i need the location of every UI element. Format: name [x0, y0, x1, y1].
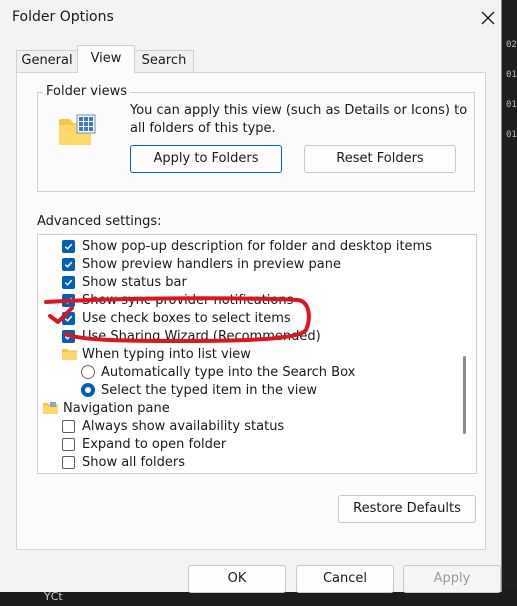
tab-search[interactable]: Search — [134, 50, 194, 72]
list-item[interactable]: Show sync provider notifications — [62, 291, 293, 309]
item-label: Show all folders — [82, 454, 186, 470]
item-label: Expand to open folder — [82, 436, 227, 452]
list-item-use-check-boxes[interactable]: Use check boxes to select items — [62, 309, 291, 327]
window-title: Folder Options — [12, 9, 114, 25]
list-item[interactable]: Automatically type into the Search Box — [81, 363, 355, 381]
list-item[interactable]: Always show availability status — [62, 417, 284, 435]
tab-view[interactable]: View — [77, 45, 135, 73]
background-text: 01: — [506, 130, 517, 140]
background-text: 01: — [506, 70, 517, 80]
checkbox-checked-icon[interactable] — [62, 275, 75, 289]
checkbox-unchecked-icon[interactable] — [62, 437, 75, 451]
background-text: 01: — [506, 100, 517, 110]
item-label: Show pop-up description for folder and d… — [82, 238, 432, 254]
list-item[interactable]: Show pop-up description for folder and d… — [62, 237, 432, 255]
checkbox-checked-icon[interactable] — [62, 293, 75, 307]
cancel-button[interactable]: Cancel — [296, 565, 394, 593]
tab-general[interactable]: General — [16, 50, 78, 72]
apply-to-folders-button[interactable]: Apply to Folders — [130, 145, 282, 173]
background-app-strip: 02: 01: 01: 01: — [502, 0, 517, 606]
radio-selected-icon[interactable] — [81, 383, 95, 397]
list-item[interactable]: Select the typed item in the view — [81, 381, 317, 399]
scrollbar-thumb[interactable] — [463, 356, 466, 434]
apply-button[interactable]: Apply — [403, 565, 501, 593]
background-text: 02: — [506, 40, 517, 50]
restore-defaults-button[interactable]: Restore Defaults — [338, 495, 476, 523]
item-label: When typing into list view — [82, 346, 251, 362]
advanced-settings-label: Advanced settings: — [37, 214, 162, 229]
ok-button[interactable]: OK — [188, 565, 286, 593]
item-label: Navigation pane — [63, 400, 170, 416]
reset-folders-button[interactable]: Reset Folders — [304, 145, 456, 173]
list-item[interactable]: Show status bar — [62, 273, 187, 291]
folder-view-icon — [59, 114, 96, 145]
close-button[interactable] — [474, 4, 502, 32]
list-group-header: Navigation pane — [43, 399, 170, 417]
item-label: Show sync provider notifications — [82, 292, 294, 308]
item-label: Use check boxes to select items — [82, 310, 291, 326]
checkbox-checked-icon[interactable] — [62, 311, 75, 325]
list-item[interactable]: Use Sharing Wizard (Recommended) — [62, 327, 321, 345]
item-label: Use Sharing Wizard (Recommended) — [82, 328, 321, 344]
folder-options-dialog: Folder Options General View Search Folde… — [0, 0, 502, 593]
checkbox-unchecked-icon[interactable] — [62, 419, 75, 433]
checkbox-checked-icon[interactable] — [62, 329, 75, 343]
list-item[interactable]: Expand to open folder — [62, 435, 226, 453]
title-bar[interactable]: Folder Options — [0, 0, 501, 36]
close-icon — [481, 11, 495, 25]
checkbox-unchecked-icon[interactable] — [62, 455, 75, 469]
list-item[interactable]: Show all folders — [62, 453, 185, 471]
folder-views-title: Folder views — [43, 84, 131, 99]
advanced-settings-list[interactable]: Show pop-up description for folder and d… — [37, 234, 477, 474]
item-label: Always show availability status — [82, 418, 285, 434]
folder-icon — [62, 349, 77, 360]
checkbox-checked-icon[interactable] — [62, 257, 75, 271]
navigation-pane-icon — [43, 402, 58, 414]
list-item[interactable]: Show preview handlers in preview pane — [62, 255, 341, 273]
item-label: Automatically type into the Search Box — [101, 364, 356, 380]
item-label: Select the typed item in the view — [101, 382, 318, 398]
radio-unselected-icon[interactable] — [81, 365, 95, 379]
item-label: Show preview handlers in preview pane — [82, 256, 341, 272]
folder-views-description: You can apply this view (such as Details… — [130, 103, 468, 136]
checkbox-checked-icon[interactable] — [62, 239, 75, 253]
list-group-header: When typing into list view — [62, 345, 251, 363]
item-label: Show status bar — [82, 274, 187, 290]
